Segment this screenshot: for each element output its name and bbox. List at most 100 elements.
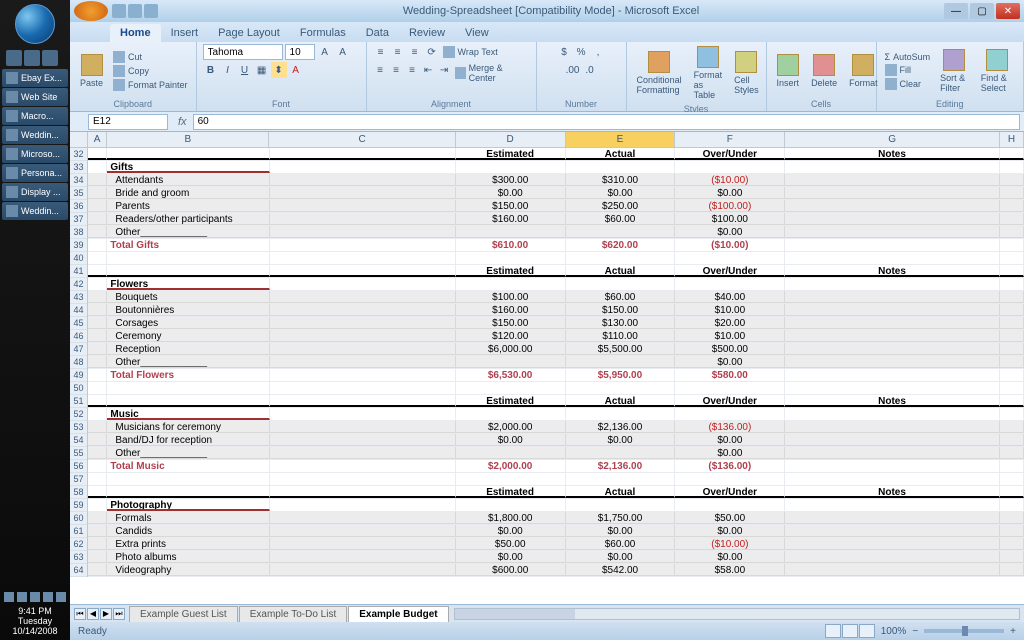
ribbon-tab-formulas[interactable]: Formulas <box>290 24 356 42</box>
cell[interactable] <box>675 499 785 511</box>
cell[interactable] <box>88 174 107 186</box>
cell[interactable] <box>785 278 1000 290</box>
cell[interactable] <box>88 213 107 225</box>
taskbar-item[interactable]: Web Site <box>2 88 68 106</box>
cell[interactable] <box>88 356 107 368</box>
cell[interactable] <box>88 343 107 355</box>
row-header[interactable]: 32 <box>70 148 87 161</box>
clear-button[interactable]: Clear <box>883 77 933 91</box>
cell[interactable] <box>456 382 566 394</box>
cell[interactable]: Other____________ <box>107 356 269 368</box>
cell[interactable]: ($10.00) <box>675 538 785 550</box>
row-header[interactable]: 48 <box>70 356 87 369</box>
cell[interactable] <box>88 330 107 342</box>
cell[interactable] <box>270 395 456 407</box>
find-select-button[interactable]: Find & Select <box>977 47 1017 95</box>
cell[interactable] <box>456 226 566 238</box>
cell[interactable]: Over/Under <box>675 148 785 160</box>
row-header[interactable]: 60 <box>70 512 87 525</box>
cell[interactable] <box>88 499 107 511</box>
cell[interactable]: $120.00 <box>456 330 566 342</box>
cell[interactable]: Boutonnières <box>107 304 269 316</box>
cell[interactable] <box>88 525 107 537</box>
cell[interactable] <box>88 252 107 264</box>
decrease-decimal-icon[interactable]: .0 <box>582 62 598 78</box>
cell[interactable] <box>88 161 107 173</box>
cell[interactable] <box>270 538 456 550</box>
cell[interactable] <box>88 265 107 277</box>
cell[interactable]: $0.00 <box>566 525 676 537</box>
row-header[interactable]: 45 <box>70 317 87 330</box>
cell[interactable]: $6,000.00 <box>456 343 566 355</box>
column-header-B[interactable]: B <box>107 132 269 147</box>
cell[interactable] <box>566 252 676 264</box>
cell[interactable] <box>566 408 676 420</box>
cell[interactable] <box>270 330 456 342</box>
cell[interactable] <box>270 382 456 394</box>
font-color-button[interactable]: A <box>288 62 304 78</box>
cell[interactable] <box>566 499 676 511</box>
cell[interactable] <box>1000 460 1024 472</box>
row-header[interactable]: 61 <box>70 525 87 538</box>
cell[interactable] <box>456 473 566 485</box>
cell[interactable]: $600.00 <box>456 564 566 576</box>
cell[interactable] <box>88 395 107 407</box>
maximize-button[interactable]: ▢ <box>970 3 994 19</box>
cell[interactable] <box>1000 304 1024 316</box>
cell[interactable] <box>270 239 456 251</box>
cell[interactable] <box>1000 473 1024 485</box>
cell[interactable]: Notes <box>785 265 1000 277</box>
cell[interactable] <box>1000 161 1024 173</box>
cell[interactable]: $50.00 <box>675 512 785 524</box>
fill-color-button[interactable]: ⬍ <box>271 62 287 78</box>
cell[interactable]: Actual <box>566 148 676 160</box>
taskbar-item[interactable]: Persona... <box>2 164 68 182</box>
cell[interactable] <box>1000 499 1024 511</box>
autosum-button[interactable]: ΣAutoSum <box>883 51 933 63</box>
cell[interactable]: $100.00 <box>675 213 785 225</box>
cell[interactable]: Estimated <box>456 265 566 277</box>
cell[interactable] <box>785 291 1000 303</box>
cell[interactable] <box>270 200 456 212</box>
row-header[interactable]: 34 <box>70 174 87 187</box>
horizontal-scrollbar[interactable] <box>454 608 1020 620</box>
cell[interactable]: Actual <box>566 395 676 407</box>
cell[interactable] <box>1000 187 1024 199</box>
cell[interactable] <box>270 356 456 368</box>
cell[interactable] <box>270 564 456 576</box>
fx-icon[interactable]: fx <box>178 116 187 128</box>
cell[interactable] <box>785 213 1000 225</box>
cell[interactable] <box>1000 525 1024 537</box>
cell[interactable]: Estimated <box>456 148 566 160</box>
cell[interactable] <box>1000 148 1024 160</box>
cell[interactable]: $20.00 <box>675 317 785 329</box>
name-box[interactable] <box>88 114 168 130</box>
cell[interactable] <box>566 382 676 394</box>
cell[interactable] <box>675 278 785 290</box>
cell[interactable]: $10.00 <box>675 304 785 316</box>
cell[interactable] <box>88 278 107 290</box>
cell[interactable]: Candids <box>107 525 269 537</box>
cell[interactable]: $0.00 <box>675 356 785 368</box>
cell[interactable] <box>675 473 785 485</box>
cell[interactable] <box>88 447 107 459</box>
cell[interactable]: Photography <box>107 499 269 511</box>
minimize-button[interactable]: — <box>944 3 968 19</box>
cell[interactable] <box>270 525 456 537</box>
cell[interactable]: Formals <box>107 512 269 524</box>
cell[interactable]: Reception <box>107 343 269 355</box>
orientation-icon[interactable]: ⟳ <box>424 44 440 60</box>
row-header[interactable]: 55 <box>70 447 87 460</box>
cell[interactable] <box>270 148 456 160</box>
cell[interactable] <box>675 161 785 173</box>
cell[interactable] <box>107 252 269 264</box>
row-header[interactable]: 47 <box>70 343 87 356</box>
cell[interactable] <box>785 538 1000 550</box>
cell[interactable]: $100.00 <box>456 291 566 303</box>
column-header-A[interactable]: A <box>88 132 107 147</box>
row-header[interactable]: 54 <box>70 434 87 447</box>
cell[interactable] <box>675 252 785 264</box>
increase-indent-icon[interactable]: ⇥ <box>437 62 452 78</box>
cell[interactable]: $58.00 <box>675 564 785 576</box>
cell[interactable] <box>785 382 1000 394</box>
